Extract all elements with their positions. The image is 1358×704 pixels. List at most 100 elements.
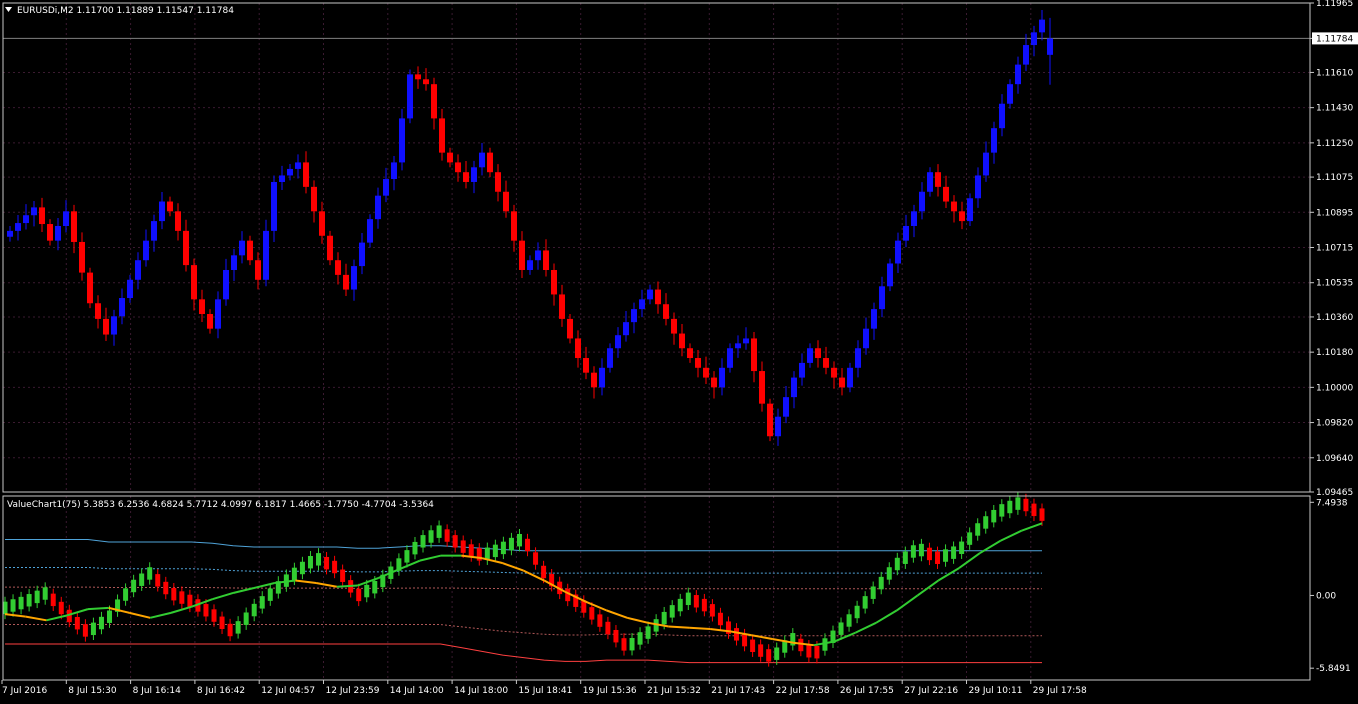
chart-canvas[interactable]: 1.11965 1.11784 1.11610 1.11430 1.11250 1.110… [0, 0, 1358, 700]
candle-body [815, 348, 821, 359]
value-bar [734, 628, 740, 641]
value-bar [709, 604, 715, 617]
candle-body [599, 367, 605, 388]
upper-band-line [5, 539, 1042, 552]
candle-body [463, 172, 469, 182]
value-bar [412, 541, 418, 555]
ma-segment [958, 552, 981, 569]
candle-body [127, 279, 133, 299]
value-bar [1023, 498, 1029, 512]
candle-body [735, 343, 741, 349]
value-bar [967, 532, 973, 545]
value-bar [10, 599, 16, 612]
candle-body [559, 294, 565, 319]
x-tick-label: 22 Jul 17:58 [776, 686, 830, 696]
zero-band-line [5, 586, 1042, 590]
y-tick-label: 1.10895 [1316, 208, 1353, 218]
ma-segment [87, 606, 109, 611]
candle-body [455, 162, 461, 173]
candle-body [183, 230, 189, 266]
x-tick-label: 27 Jul 22:16 [904, 686, 958, 696]
candle-body [207, 314, 213, 329]
candle-body [55, 225, 61, 241]
candle-body [607, 348, 613, 368]
value-bar [500, 541, 506, 555]
candle-body [23, 215, 29, 224]
y-tick-label: 1.10715 [1316, 244, 1353, 254]
value-bar [171, 587, 177, 601]
value-bar [74, 616, 80, 630]
value-bar [806, 645, 812, 658]
candle-body [335, 260, 341, 275]
value-bar [991, 509, 997, 523]
candle-body [655, 289, 661, 305]
ma-segment [274, 579, 296, 585]
value-bar [139, 573, 145, 586]
triangle-down-icon[interactable] [5, 7, 12, 12]
candle-body [63, 211, 69, 226]
osc-y-tick-label: -5.8491 [1316, 664, 1351, 674]
value-bar [235, 621, 241, 634]
value-bar [428, 530, 434, 543]
value-bar [163, 581, 169, 595]
candle-body [823, 358, 829, 368]
value-bar [452, 535, 458, 548]
value-bar [766, 649, 772, 662]
candle-body [375, 195, 381, 220]
chart-frame [2, 2, 1311, 681]
value-bar [18, 596, 24, 610]
candle-body [567, 318, 573, 339]
grid [3, 2, 1310, 680]
candle-body [71, 211, 77, 242]
candle-body [511, 211, 517, 241]
candle-body [951, 201, 957, 212]
value-bar [525, 538, 531, 552]
candle-body [631, 309, 637, 323]
candle-body [159, 201, 165, 222]
x-tick-label: 14 Jul 18:00 [454, 686, 508, 696]
candle-body [831, 367, 837, 378]
value-bar [943, 549, 949, 562]
candle-body [1031, 32, 1037, 46]
candle-body [279, 175, 285, 182]
candle-body [1023, 45, 1029, 65]
candle-body [855, 348, 861, 368]
value-bar [243, 612, 249, 625]
candle-body [583, 358, 589, 373]
y-tick-label: 1.10000 [1316, 383, 1353, 393]
candle-body [647, 289, 653, 300]
x-tick-label: 7 Jul 2016 [2, 686, 47, 696]
value-bar [693, 595, 699, 608]
value-bar [862, 596, 868, 609]
value-bar [629, 637, 635, 651]
candle-body [111, 316, 117, 335]
candle-body [935, 172, 941, 187]
value-bar [420, 535, 426, 548]
trading-chart[interactable]: 1.11965 1.11784 1.11610 1.11430 1.11250 1.110… [0, 0, 1358, 700]
value-bar [661, 611, 667, 625]
ma-segment [170, 605, 192, 614]
value-bar [926, 547, 932, 561]
candle-body [175, 211, 181, 231]
candle-body [7, 230, 13, 237]
candle-body [551, 269, 557, 295]
value-bar [975, 523, 981, 536]
value-bar [324, 556, 330, 570]
candle-body [1039, 19, 1045, 33]
ma-segment [481, 557, 503, 565]
value-bar [983, 516, 989, 529]
x-tick-label: 14 Jul 14:00 [390, 686, 444, 696]
value-chart-indicator [2, 492, 1045, 667]
value-bar [1039, 508, 1045, 521]
candle-body [439, 118, 445, 153]
candle-body [431, 84, 437, 119]
value-bar [750, 639, 756, 652]
x-tick-label: 8 Jul 15:30 [68, 686, 117, 696]
candle-body [751, 338, 757, 372]
ma-segment [916, 579, 939, 597]
candle-body [903, 225, 909, 241]
candle-body [119, 298, 125, 317]
candle-body [879, 286, 885, 310]
candle-body [767, 403, 773, 437]
ma-segment [336, 584, 358, 588]
